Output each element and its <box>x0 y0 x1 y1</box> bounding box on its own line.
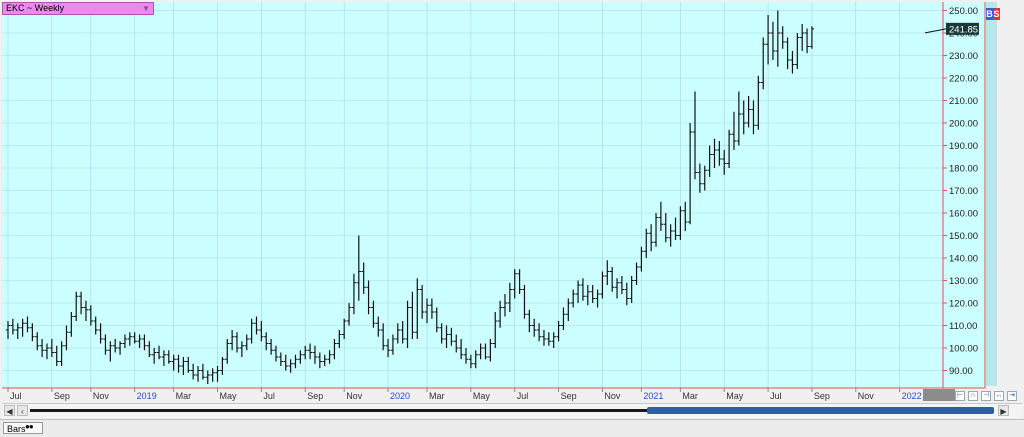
x-tick-label: Nov <box>858 391 875 401</box>
buy-sell-flags[interactable]: BS <box>986 8 1000 20</box>
tab-bars-label: Bars <box>7 424 26 434</box>
x-tick-label: Mar <box>682 391 698 401</box>
time-axis-ticks: Jul Sep Nov 2019 Mar May Jul Sep Nov 2020 Mar May Ju… <box>7 388 922 401</box>
scroll-thumb[interactable] <box>647 407 994 414</box>
time-axis-grey-block <box>923 389 955 401</box>
scroll-step-left-icon[interactable]: ‹ <box>17 405 28 416</box>
link-icon[interactable]: ●● <box>25 422 34 431</box>
x-tick-label: May <box>473 391 491 401</box>
arrow-left-icon[interactable]: ◀ <box>4 405 15 416</box>
nav-back-icon[interactable]: ⊣ <box>981 391 991 401</box>
x-tick-label: 2022 <box>902 391 922 401</box>
scale-strip <box>986 2 997 386</box>
bottom-tab-bar: Bars ●● <box>0 419 1024 437</box>
arrow-right-icon[interactable]: ▶ <box>998 405 1009 416</box>
y-tick-label: 170.00 <box>949 186 978 197</box>
y-tick-label: 110.00 <box>949 321 977 332</box>
x-tick-label: 2019 <box>137 391 157 401</box>
horizontal-scrollbar[interactable]: ◀ ‹ ▶ <box>2 403 1022 418</box>
y-tick-label: 210.00 <box>949 96 978 107</box>
x-tick-label: Jul <box>517 391 529 401</box>
x-tick-label: Nov <box>346 391 363 401</box>
y-tick-label: 100.00 <box>949 344 978 355</box>
x-tick-label: Sep <box>54 391 70 401</box>
x-tick-label: Mar <box>176 391 192 401</box>
y-tick-label: 250.00 <box>949 6 978 17</box>
y-tick-label: 230.00 <box>949 51 978 62</box>
y-tick-label: 140.00 <box>949 254 978 265</box>
x-tick-label: Jul <box>10 391 22 401</box>
symbol-label: EKC ~ Weekly <box>6 3 65 13</box>
y-tick-label: 180.00 <box>949 164 978 175</box>
chart-window: 250.00240.00230.00220.00210.00200.00190.… <box>0 0 1024 437</box>
nav-zoom-icon[interactable]: ∩ <box>968 391 978 401</box>
nav-fit-icon[interactable]: ↔ <box>994 391 1004 401</box>
x-tick-label: May <box>726 391 744 401</box>
x-tick-label: 2020 <box>390 391 410 401</box>
y-tick-label: 130.00 <box>949 276 978 287</box>
chart-canvas[interactable]: 250.00240.00230.00220.00210.00200.00190.… <box>0 0 1024 436</box>
x-tick-label: Nov <box>604 391 621 401</box>
triangle-down-icon[interactable]: ▼ <box>142 3 150 14</box>
x-tick-label: Sep <box>307 391 323 401</box>
y-tick-label: 90.00 <box>949 366 973 377</box>
nav-start-icon[interactable]: ⊢ <box>955 391 965 401</box>
y-tick-label: 200.00 <box>949 119 978 130</box>
x-tick-label: Sep <box>561 391 577 401</box>
price-axis-ticks: 250.00240.00230.00220.00210.00200.00190.… <box>943 6 978 377</box>
x-tick-label: May <box>220 391 238 401</box>
last-price-label: 241.85 <box>949 24 978 35</box>
x-tick-label: Mar <box>429 391 445 401</box>
x-tick-label: 2021 <box>643 391 663 401</box>
x-tick-label: Sep <box>814 391 830 401</box>
buy-flag[interactable]: B <box>986 8 993 20</box>
y-tick-label: 190.00 <box>949 141 978 152</box>
x-tick-label: Jul <box>770 391 782 401</box>
sell-flag[interactable]: S <box>993 8 1000 20</box>
y-tick-label: 160.00 <box>949 209 978 220</box>
plot-area <box>2 2 943 388</box>
nav-compress-icon[interactable]: ⇥ <box>1007 391 1017 401</box>
y-tick-label: 150.00 <box>949 231 978 242</box>
y-tick-label: 120.00 <box>949 299 978 310</box>
x-tick-label: Nov <box>93 391 110 401</box>
x-tick-label: Jul <box>263 391 275 401</box>
symbol-selector[interactable]: EKC ~ Weekly ▼ <box>2 2 154 15</box>
tab-bars[interactable]: Bars <box>3 422 43 434</box>
y-tick-label: 220.00 <box>949 74 978 85</box>
